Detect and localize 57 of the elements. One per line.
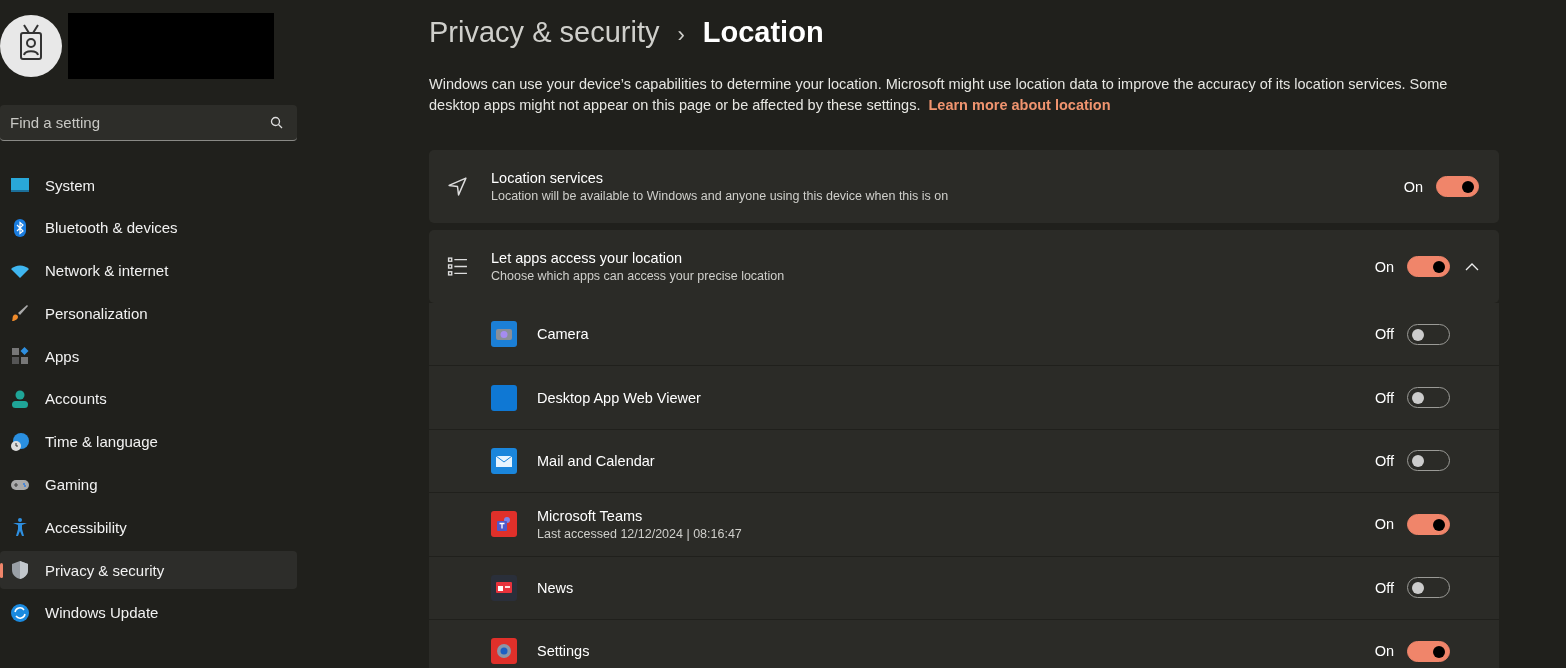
setting-title: Location services — [491, 170, 605, 186]
toggle-status: On — [1374, 516, 1394, 533]
list-icon — [447, 256, 468, 277]
newspaper-icon — [491, 574, 517, 601]
nav-item[interactable]: System — [0, 166, 297, 204]
toggle-status: On — [1374, 643, 1394, 660]
nav-item[interactable]: Time & language — [0, 422, 297, 461]
page-title: Location — [702, 16, 824, 49]
app-name: Mail and Calendar — [537, 452, 656, 469]
navigation-arrow-icon — [447, 176, 468, 197]
app-tile-icon — [491, 384, 517, 411]
app-name: Camera — [537, 326, 590, 343]
toggle-status: On — [1374, 258, 1394, 275]
envelope-icon — [491, 447, 517, 474]
toggle-status: On — [1403, 178, 1423, 195]
setting-title: Let apps access your location — [491, 250, 684, 266]
app-name: Settings — [537, 643, 591, 660]
breadcrumb-parent[interactable]: Privacy & security — [429, 16, 660, 49]
shield-icon — [10, 560, 30, 581]
toggle-status: Off — [1374, 389, 1394, 406]
person-icon — [10, 389, 30, 409]
nav-item[interactable]: Gaming — [0, 465, 297, 504]
camera-icon — [491, 321, 517, 348]
toggle-status: Off — [1374, 326, 1394, 343]
toggle-status: Off — [1374, 579, 1394, 596]
breadcrumb-separator: › — [677, 22, 685, 48]
brush-icon — [10, 303, 30, 324]
refresh-icon — [10, 602, 30, 623]
search-icon[interactable] — [270, 116, 283, 129]
nav-item[interactable]: Bluetooth & devices — [0, 208, 297, 247]
toggle-status: Off — [1374, 452, 1394, 469]
nav-item[interactable]: Privacy & security — [0, 551, 297, 590]
nav-item[interactable]: Apps — [0, 337, 297, 376]
setting-description: Choose which apps can access your precise location — [491, 269, 786, 283]
gear-icon — [491, 638, 517, 665]
monitor-icon — [10, 175, 30, 195]
search-field[interactable]: Find a setting — [0, 105, 297, 141]
avatar-icon — [0, 15, 62, 77]
teams-icon — [491, 511, 517, 538]
nav-item[interactable]: Accounts — [0, 380, 297, 418]
app-name: Microsoft Teams — [537, 507, 644, 524]
toggle-switch[interactable] — [1407, 256, 1450, 277]
learn-more-link[interactable]: Learn more about location — [928, 97, 1111, 113]
apps-icon — [10, 346, 30, 367]
last-accessed-text: Last accessed 12/12/2024 | 08:16:47 — [537, 526, 743, 541]
app-name: News — [537, 579, 575, 596]
toggle-switch[interactable] — [1407, 640, 1450, 662]
nav-item[interactable]: Personalization — [0, 294, 297, 333]
app-name: Desktop App Web Viewer — [537, 389, 702, 406]
description-text: Windows can use your device’s capabilities to determine your location. Microsoft might use location data to improve the accuracy of its location services. Some desktop apps might not appear on this page or be affected by these settings. Learn more about location — [429, 75, 1449, 115]
nav-item[interactable]: Windows Update — [0, 593, 297, 632]
toggle-switch[interactable] — [1436, 176, 1479, 197]
nav-item[interactable]: Network & internet — [0, 251, 297, 290]
globe-clock-icon — [10, 431, 30, 452]
nav-item[interactable]: Accessibility — [0, 508, 297, 547]
toggle-switch[interactable] — [1407, 513, 1450, 535]
setting-description: Location will be available to Windows and anyone using this device when this is on — [491, 189, 950, 203]
